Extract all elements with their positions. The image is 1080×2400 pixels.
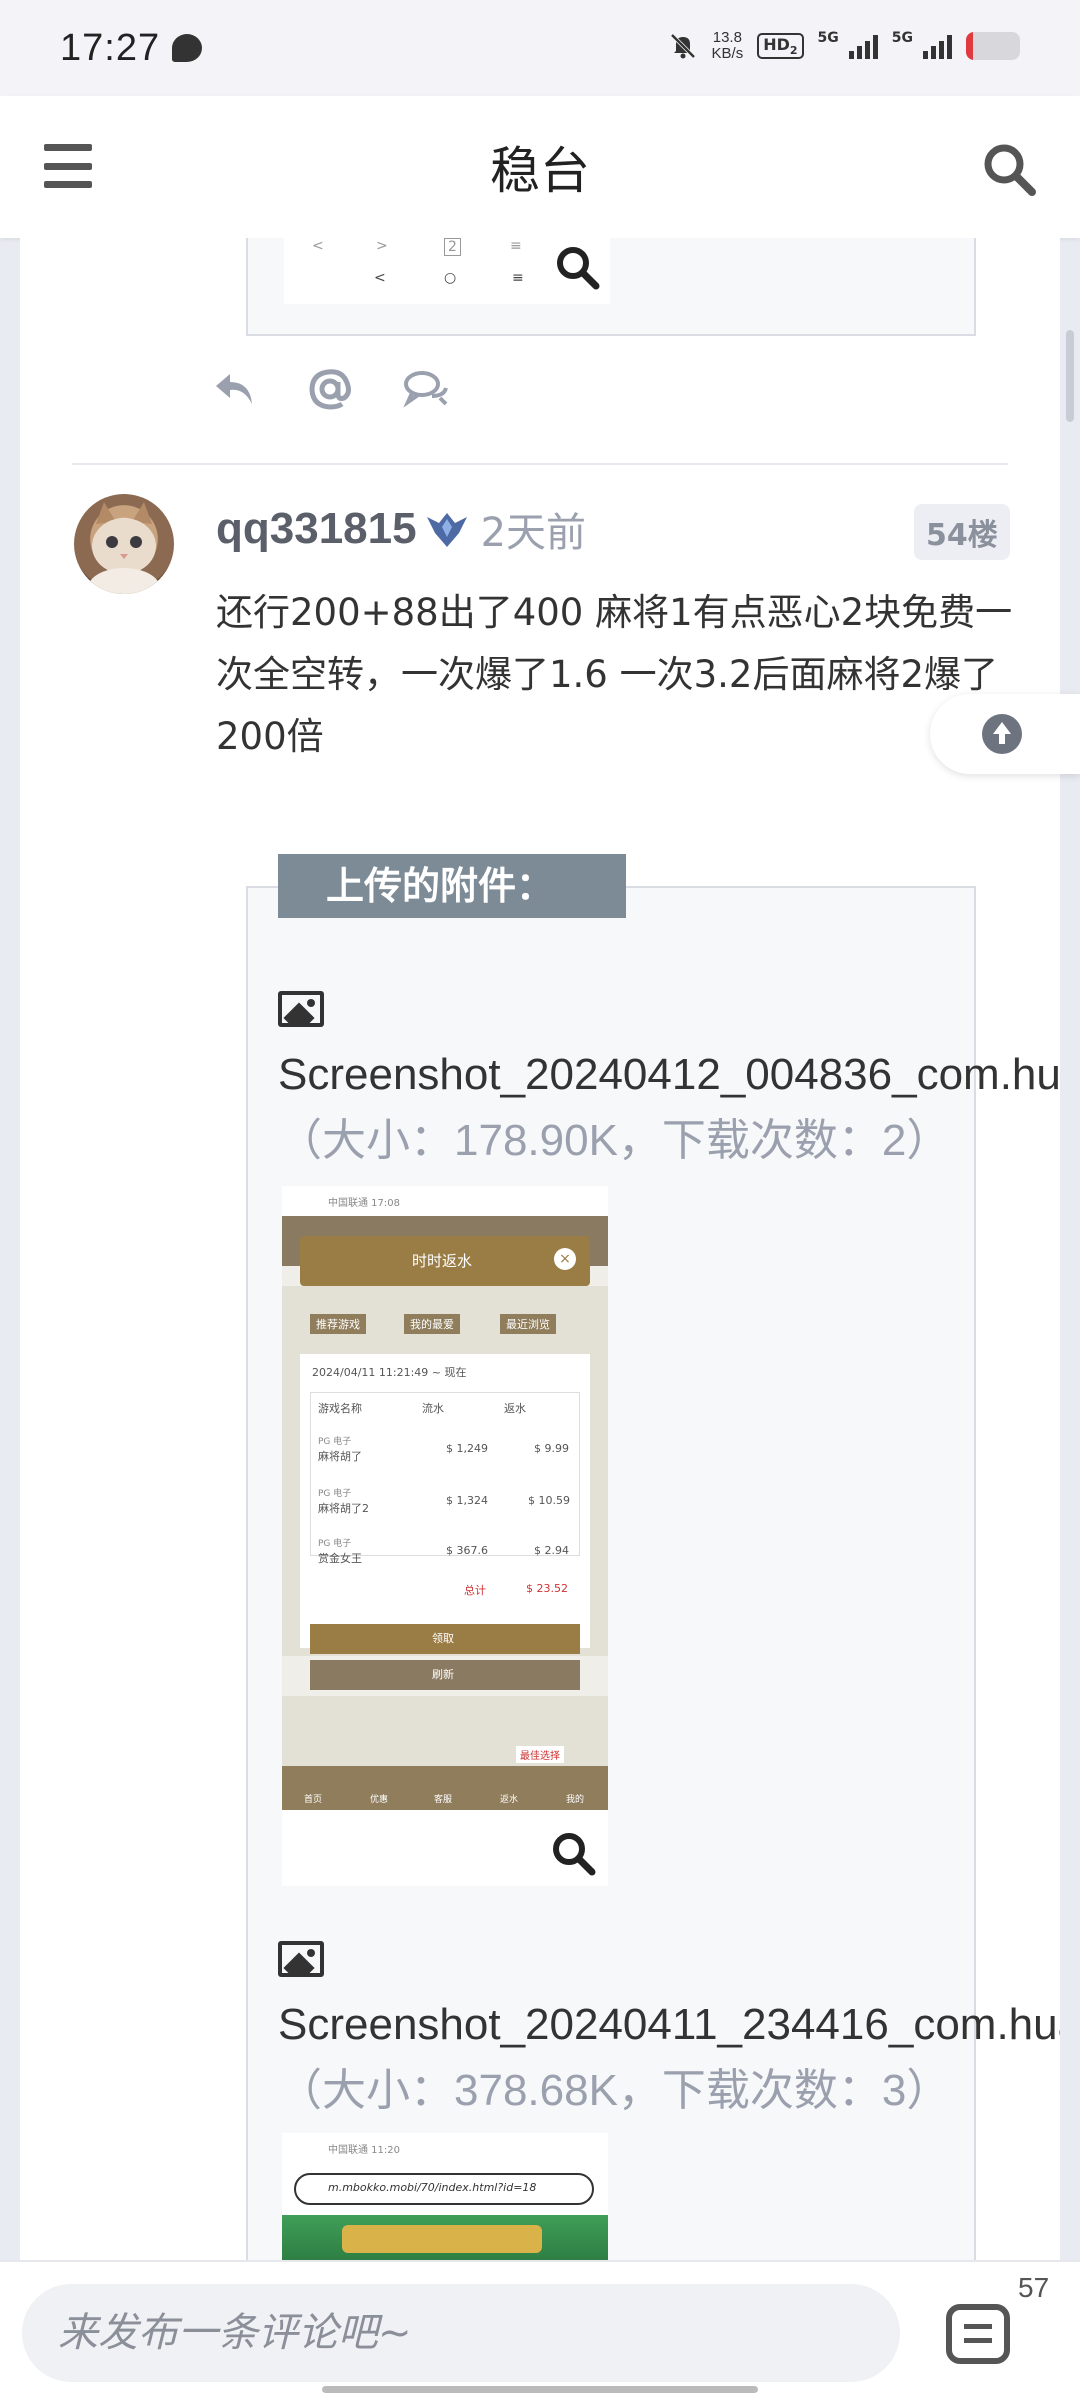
shot-row-cat: PG 电子 [318,1489,352,1499]
attachment-filename[interactable]: Screenshot_20240412_004836_com.huawei.br… [278,1050,1060,1099]
attachment-filename[interactable]: Screenshot_20240411_234416_com.huawei.br… [278,2000,1060,2049]
shot-row-rebate: $ 10.59 [528,1494,570,1507]
hd-label: HD [763,34,790,54]
shot-tab: 推荐游戏 [310,1314,366,1334]
shot-dialog-title: 时时返水 [412,1252,473,1270]
shot-row-rebate: $ 2.94 [534,1544,569,1557]
status-icons: 13.8 KB/s HD2 5G 5G [668,30,1020,62]
sim2-signal-icon [923,33,952,59]
avatar[interactable] [74,494,174,594]
sim1-signal-icon [848,33,878,59]
scrollbar[interactable] [1066,330,1074,422]
menu-icon[interactable] [44,144,92,188]
thumb-char: ≡ [512,270,524,286]
comment-count: 57 [1018,2272,1050,2303]
status-bar: 17:27 13.8 KB/s HD2 5G 5G [0,0,1080,96]
shot-row-name: 麻将胡了2 [318,1502,369,1515]
home-indicator[interactable] [322,2386,758,2393]
sim2-network-label: 5G [891,30,913,46]
page-title: 稳台 [490,142,590,200]
shot-close-icon: × [554,1248,576,1270]
shot-total-label: 总计 [464,1584,486,1597]
shot-claim-button: 领取 [432,1632,454,1645]
previous-attachment-thumbnail[interactable]: < > 2 ≡ < ○ ≡ [284,238,610,304]
thumb-char: < [312,238,324,254]
attachment-image-2[interactable]: 中国联通 11:20 m.mbokko.mobi/70/index.html?i… [282,2133,608,2260]
username[interactable]: qq331815 [216,504,417,554]
image-file-icon [278,1941,324,1977]
shot-status: 中国联通 11:20 [328,2145,400,2156]
shot-best-tag: 最佳选择 [516,1746,564,1763]
shot-th: 返水 [504,1402,526,1415]
reply-icon[interactable] [210,366,258,412]
hd-icon: HD2 [757,32,804,60]
shot-row-rebate: $ 9.99 [534,1442,569,1455]
shot-status: 中国联通 17:08 [328,1198,400,1209]
shot-row-name: 麻将胡了 [318,1450,362,1463]
shot-nav: 首页 [304,1795,323,1805]
shot-row-name: 赏金女王 [318,1552,362,1565]
network-speed-value: 13.8 [712,29,742,46]
comment-bubbles-icon[interactable] [402,366,450,412]
thumb-char: > [376,238,388,254]
shot-nav: 我的 [566,1795,585,1805]
scroll-to-top-button[interactable] [930,694,1080,774]
attachment-file-2: Screenshot_20240411_234416_com.huawei.br… [278,1926,1060,2124]
previous-attachment-box: < > 2 ≡ < ○ ≡ [246,238,976,336]
attachment-meta: （大小：378.68K，下载次数：3） [278,2066,951,2115]
thread-page: < > 2 ≡ < ○ ≡ qq331815 2天前 54楼 还行200+88出… [20,238,1060,2260]
post-actions [210,366,450,412]
shot-nav: 客服 [434,1795,453,1805]
shot-tab: 最近浏览 [500,1314,556,1334]
search-icon[interactable] [980,140,1038,198]
shot-row-cat: PG 电子 [318,1539,352,1549]
post-divider [72,463,1008,465]
thumb-char: ○ [444,270,457,286]
post-body: 还行200+88出了400 麻将1有点恶心2块免费一次全空转，一次爆了1.6 一… [216,591,1013,758]
sim1-network-label: 5G [817,30,839,46]
battery-icon [966,32,1020,60]
cat-avatar-image [88,502,160,594]
thumb-char: 2 [444,238,461,256]
mute-icon [670,33,695,59]
shot-url: m.mbokko.mobi/70/index.html?id=18 [328,2181,537,2194]
mention-icon[interactable] [306,366,354,412]
comment-composer: 来发布一条评论吧~ 57 [0,2260,1080,2400]
post-time: 2天前 [480,510,587,556]
shot-nav: 优惠 [370,1795,389,1805]
comments-icon[interactable] [946,2304,1010,2364]
shot-row-flow: $ 1,249 [446,1442,488,1455]
app-header: 稳台 [0,96,1080,238]
image-file-icon [278,991,324,1027]
thumb-char: < [374,270,386,286]
attachment-meta: （大小：178.90K，下载次数：2） [278,1116,951,1165]
level-badge-icon [426,513,467,547]
attachment-image-1[interactable]: 中国联通 17:08 时时返水 × 推荐游戏 我的最爱 最近浏览 2024/04… [282,1186,608,1886]
shot-row-cat: PG 电子 [318,1437,352,1447]
post-author: qq331815 2天前 [216,500,586,558]
network-speed-unit: KB/s [711,45,744,62]
shot-nav: 返水 [500,1795,519,1805]
floor-badge: 54楼 [914,504,1010,560]
shot-row-flow: $ 1,324 [446,1494,488,1507]
shot-th: 游戏名称 [318,1402,362,1415]
shot-row-flow: $ 367.6 [446,1544,488,1557]
hd-sub: 2 [789,44,798,58]
chat-notification-icon [172,34,203,62]
attachments-title: 上传的附件： [278,854,626,918]
shot-range: 2024/04/11 11:21:49 ~ 现在 [312,1366,467,1379]
clock: 17:27 [60,26,161,69]
zoom-icon[interactable] [550,1830,596,1876]
network-speed: 13.8 KB/s [712,30,744,62]
zoom-icon[interactable] [554,244,600,290]
shot-total-value: $ 23.52 [526,1582,568,1595]
attachment-file-1: Screenshot_20240412_004836_com.huawei.br… [278,976,1060,1174]
comment-input[interactable]: 来发布一条评论吧~ [22,2284,900,2382]
shot-tab: 我的最爱 [404,1314,460,1334]
shot-refresh-button: 刷新 [432,1668,454,1681]
thumb-char: ≡ [510,238,522,254]
shot-th: 流水 [422,1402,444,1415]
